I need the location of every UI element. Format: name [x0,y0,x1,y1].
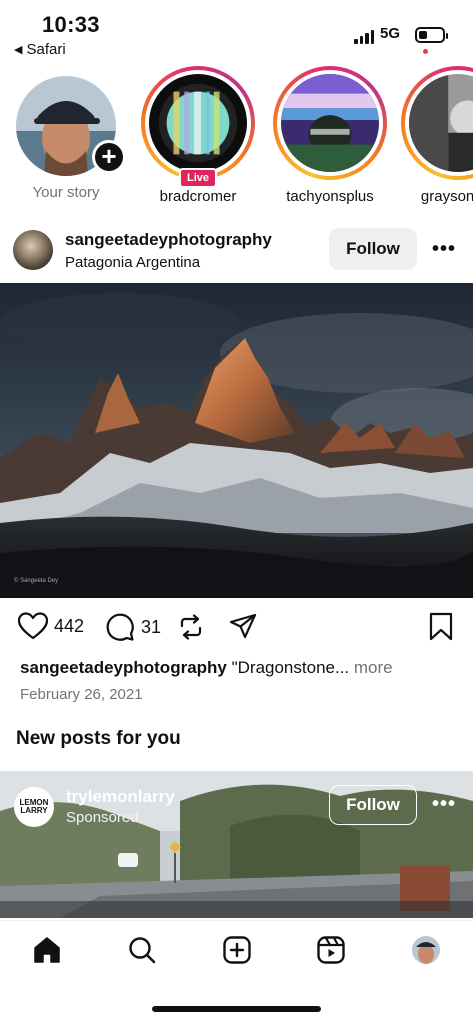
story-avatar [409,74,473,172]
story-avatar [281,74,379,172]
tab-create[interactable] [220,933,254,967]
story-ring [401,66,473,180]
clock: 10:33 [42,12,100,37]
add-story-icon[interactable]: + [92,140,126,174]
follow-button[interactable]: Follow [329,228,417,270]
bottom-tab-bar [0,920,473,980]
post-image[interactable]: © Sangeeta Dey [0,283,473,598]
heart-icon [18,612,48,640]
story-your-story[interactable]: + Your story [6,66,126,201]
story-ring [273,66,387,180]
cellular-signal-icon [354,28,374,44]
story-graysonma[interactable]: graysonma [398,66,473,205]
tab-reels[interactable] [314,933,348,967]
live-badge: Live [178,168,218,188]
paper-plane-icon [229,613,257,639]
sponsor-logo[interactable]: LEMON LARRY [14,787,54,827]
post-header: sangeetadeyphotography Patagonia Argenti… [0,222,473,282]
sponsor-username[interactable]: trylemonlarry [66,787,175,807]
image-watermark: © Sangeeta Dey [14,578,59,584]
more-dots-icon[interactable]: ••• [432,793,456,816]
home-icon [34,937,60,963]
mountain-photo [0,283,473,598]
sponsored-post[interactable]: LEMON LARRY trylemonlarry Sponsored Follo… [0,771,473,918]
caption-text: "Dragonstone... [226,658,354,677]
like-button[interactable]: 442 [18,612,84,640]
story-name: bradcromer [159,188,237,205]
create-icon [223,936,251,964]
like-count: 442 [54,615,85,636]
sponsored-label: Sponsored [66,809,139,826]
status-bar: 10:33 ◀ Safari 5G [0,0,473,62]
tab-profile[interactable] [409,933,443,967]
comment-count: 31 [141,616,162,637]
comment-icon [106,613,134,641]
network-label: 5G [380,25,401,42]
battery-icon [415,27,448,43]
story-name: Your story [32,184,100,201]
post-date: February 26, 2021 [20,686,143,703]
home-indicator[interactable] [152,1006,321,1012]
stories-tray: + Your story Live bradcromer tachyonsplu… [0,62,473,212]
story-name: graysonma [420,188,473,205]
post-username[interactable]: sangeetadeyphotography [65,230,272,250]
back-to-app-button[interactable]: ◀ Safari [14,41,66,58]
story-avatar [149,74,247,172]
profile-avatar [412,936,440,964]
repost-button[interactable] [176,612,206,642]
search-icon [129,937,156,964]
tab-home[interactable] [30,933,64,967]
post-action-bar: 442 31 [0,608,473,648]
caption-more-link[interactable]: more [354,658,393,677]
story-bradcromer[interactable]: Live bradcromer [138,66,258,205]
post-caption: sangeetadeyphotography "Dragonstone... m… [20,658,393,678]
tab-search[interactable] [125,933,159,967]
reels-icon [317,936,345,964]
more-dots-icon[interactable]: ••• [432,238,456,261]
post-location[interactable]: Patagonia Argentina [65,254,200,271]
comment-button[interactable]: 31 [105,612,161,642]
repost-icon [180,614,202,640]
sponsor-follow-button[interactable]: Follow [329,785,417,825]
bookmark-icon [429,612,453,641]
share-button[interactable] [228,612,258,642]
back-triangle-icon: ◀ [14,44,23,56]
story-tachyonsplus[interactable]: tachyonsplus [270,66,390,205]
post-author-avatar[interactable] [13,230,53,270]
caption-username[interactable]: sangeetadeyphotography [20,658,227,677]
notification-dot [423,49,428,54]
section-title: New posts for you [16,728,181,749]
story-ring [141,66,255,180]
save-button[interactable] [428,612,454,642]
back-app-label: Safari [26,41,66,58]
story-name: tachyonsplus [286,188,374,205]
